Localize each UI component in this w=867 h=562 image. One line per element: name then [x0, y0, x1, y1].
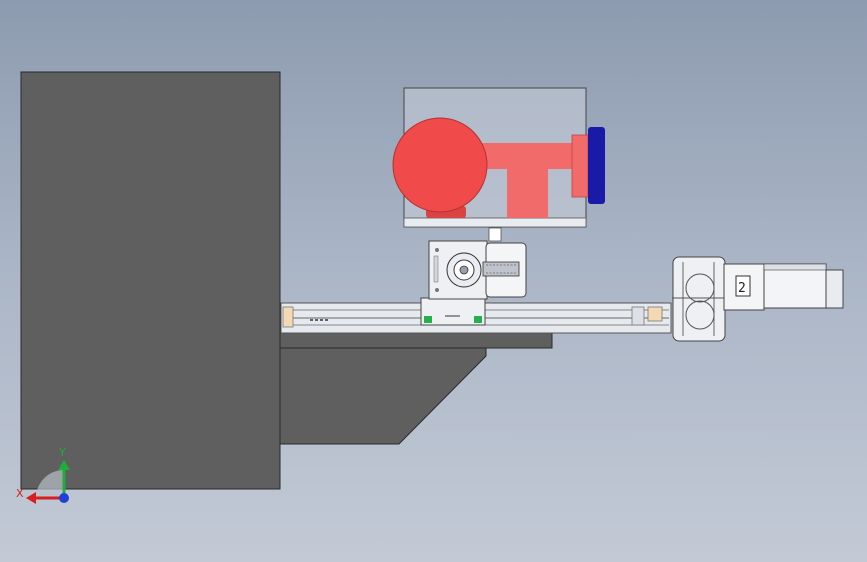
blue-flange [588, 127, 605, 204]
servo-motor [763, 263, 844, 309]
base-block [20, 71, 281, 490]
support-plate [279, 332, 553, 349]
axis-label-y: Y [58, 446, 66, 459]
axis-label-x: X [16, 487, 24, 500]
carriage [420, 297, 486, 326]
cad-viewport: 2 Y X [16, 71, 844, 504]
support-gusset [279, 347, 487, 445]
coupling-assembly: 2 [672, 256, 765, 342]
red-support [507, 166, 548, 218]
green-mark-right [474, 316, 482, 323]
red-sphere [392, 117, 488, 213]
green-mark-left [424, 316, 432, 323]
svg-text:2: 2 [738, 281, 746, 296]
gearbox-bracket [428, 227, 527, 300]
housing [392, 87, 605, 228]
